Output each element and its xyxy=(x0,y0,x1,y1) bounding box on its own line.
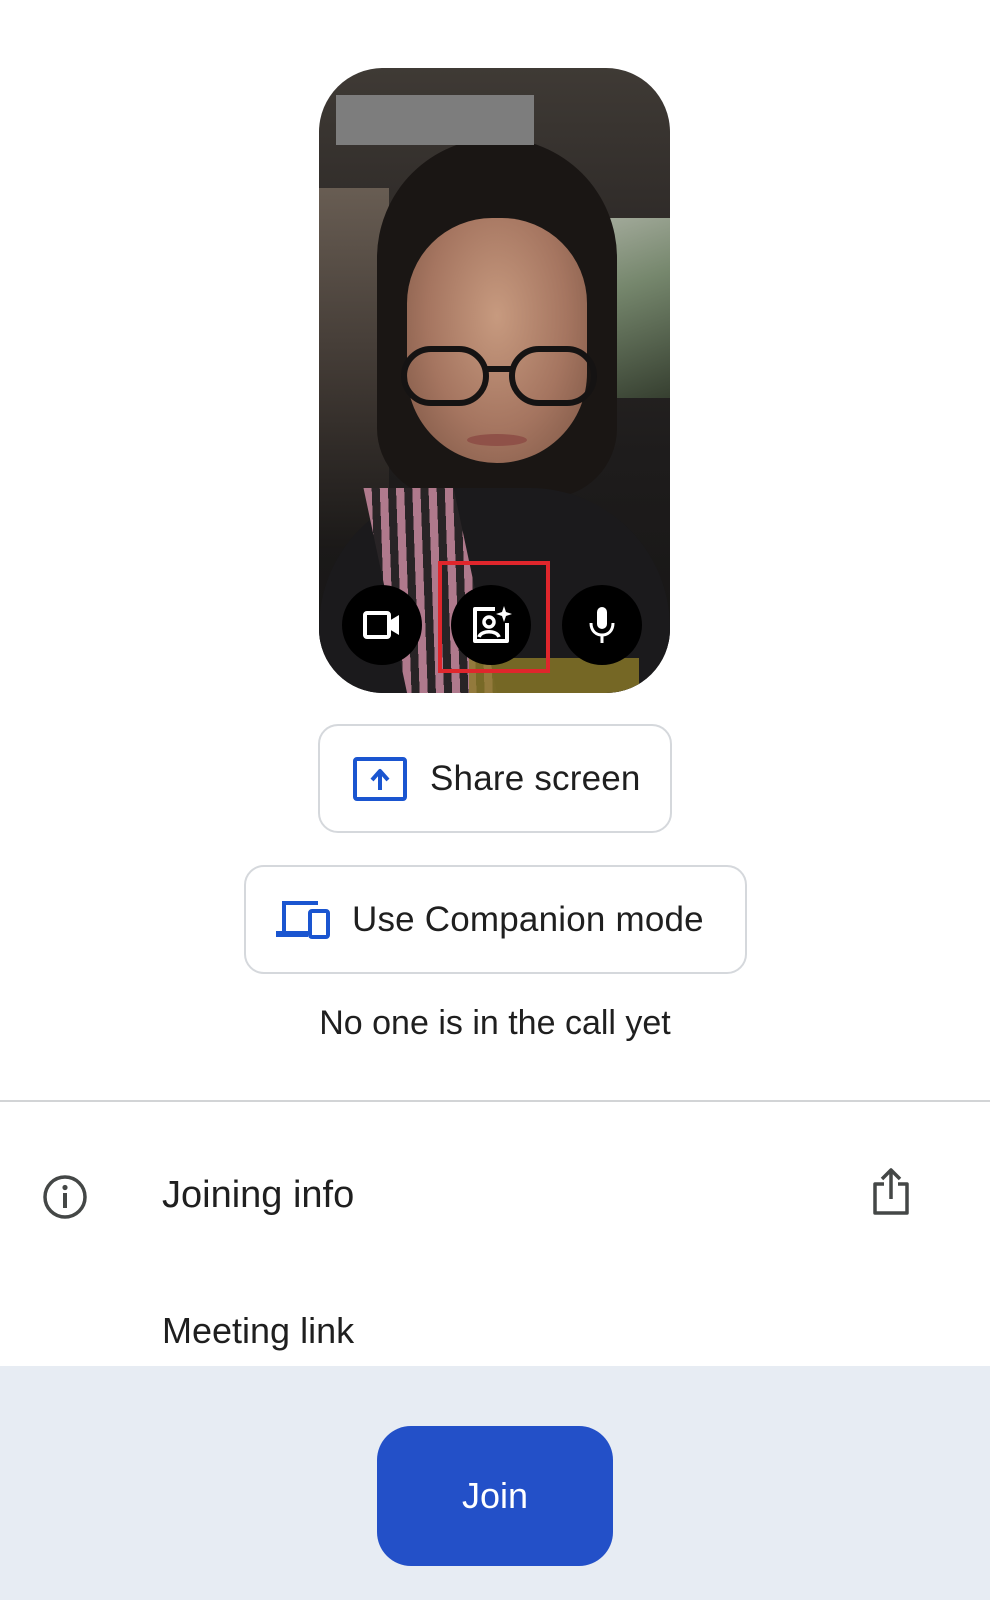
preview-person-mouth xyxy=(467,434,527,446)
preview-person-face xyxy=(407,218,587,463)
call-status-text: No one is in the call yet xyxy=(319,1004,671,1042)
info-icon xyxy=(42,1174,88,1225)
joining-info-title: Joining info xyxy=(162,1174,355,1216)
preview-person-glasses xyxy=(401,346,597,416)
companion-mode-label: Use Companion mode xyxy=(352,899,704,939)
companion-mode-button[interactable]: Use Companion mode xyxy=(244,865,747,974)
meeting-link-label: Meeting link xyxy=(162,1310,355,1351)
microphone-icon xyxy=(589,607,615,643)
bottom-action-bar: Join xyxy=(0,1366,990,1600)
share-screen-label: Share screen xyxy=(430,758,641,798)
join-button[interactable]: Join xyxy=(377,1426,613,1566)
name-redaction-box xyxy=(336,95,534,145)
section-divider xyxy=(0,1100,990,1102)
self-video-preview xyxy=(319,68,670,693)
share-screen-button[interactable]: Share screen xyxy=(318,724,672,833)
screen-share-icon xyxy=(352,756,408,802)
videocam-icon xyxy=(363,611,399,639)
effects-highlight-box xyxy=(438,561,550,673)
share-icon xyxy=(873,1168,909,1215)
joining-info-row: Joining info xyxy=(0,1168,990,1228)
meeting-preview-screen: Share screen Use Companion mode No one i… xyxy=(0,0,990,1600)
share-joining-info-button[interactable] xyxy=(871,1168,911,1221)
camera-toggle-button[interactable] xyxy=(342,585,422,665)
devices-icon xyxy=(276,899,330,941)
microphone-toggle-button[interactable] xyxy=(562,585,642,665)
